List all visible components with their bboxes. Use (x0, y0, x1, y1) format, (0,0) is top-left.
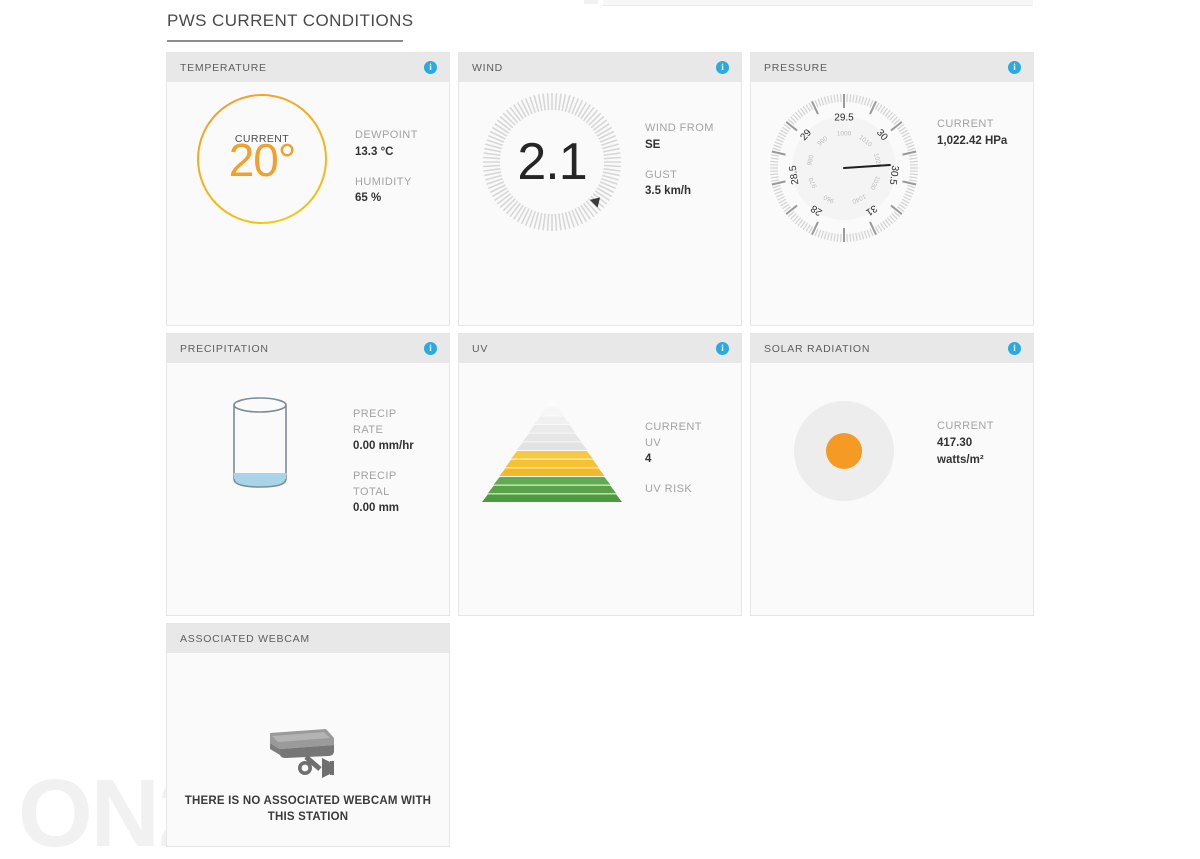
temperature-dial-center: CURRENT 20° (197, 94, 327, 224)
precip-rate-label-2: RATE (353, 423, 384, 436)
pressure-readouts: CURRENT 1,022.42 HPa (937, 92, 1033, 150)
card-header-solar: SOLAR RADIATION i (751, 334, 1033, 363)
uv-risk-label: UV RISK (645, 483, 693, 495)
precip-total-label-1: PRECIP (353, 470, 397, 482)
conditions-grid: TEMPERATURE i CURRENT 20° DEWPOINT 13.3 … (166, 52, 1034, 854)
uv-readouts: CURRENT UV 4 UV RISK (645, 399, 741, 498)
card-wind: WIND i 2.1 WIND FROM SE GUST 3.5 km/h (458, 52, 742, 326)
wind-from-label: WIND FROM (645, 122, 714, 134)
card-title-webcam: ASSOCIATED WEBCAM (180, 632, 310, 645)
temperature-dial: CURRENT 20° (197, 94, 327, 224)
card-title-uv: UV (472, 342, 489, 355)
temperature-current-value: 20° (228, 134, 297, 187)
info-icon[interactable]: i (1008, 342, 1021, 355)
wind-readouts: WIND FROM SE GUST 3.5 km/h (645, 91, 741, 200)
precipitation-gauge-column (167, 395, 353, 491)
humidity-value: 65 % (355, 192, 382, 204)
sun-core (826, 433, 862, 469)
uv-current-label-1: CURRENT (645, 421, 702, 433)
card-body-pressure: 28 28.5 29 29.5 30 30.5 31 960 970 980 990 1000 101… (751, 82, 1033, 325)
security-camera-icon (270, 729, 334, 778)
precipitation-readouts: PRECIP RATE 0.00 mm/hr PRECIP TOTAL 0.00… (353, 395, 449, 517)
info-icon[interactable]: i (1008, 61, 1021, 74)
svg-text:29.5: 29.5 (834, 113, 854, 124)
grid-row-3: ASSOCIATED WEBCAM THERE IS NO ASSOCIATED… (166, 623, 1034, 847)
grid-row-1: TEMPERATURE i CURRENT 20° DEWPOINT 13.3 … (166, 52, 1034, 326)
gust-label: GUST (645, 168, 678, 181)
pws-dashboard: ON24 PWS CURRENT CONDITIONS TEMPERATURE … (0, 0, 1200, 859)
card-uv: UV i CURRENT UV 4 UV RISK (458, 333, 742, 616)
card-header-pressure: PRESSURE i (751, 53, 1033, 82)
top-cutoff-fragment (584, 0, 598, 4)
card-solar-radiation: SOLAR RADIATION i CURRENT 417.30 watts/m… (750, 333, 1034, 616)
dewpoint-value: 13.3 °C (355, 145, 394, 158)
uv-pyramid (482, 399, 622, 503)
card-body-wind: 2.1 WIND FROM SE GUST 3.5 km/h (459, 82, 741, 325)
page-title: PWS CURRENT CONDITIONS (167, 11, 413, 42)
temperature-readouts: DEWPOINT 13.3 °C HUMIDITY 65 % (355, 94, 449, 207)
webcam-empty-message: THERE IS NO ASSOCIATED WEBCAM WITH THIS … (184, 795, 432, 823)
card-precipitation: PRECIPITATION i PRECIP RATE 0.00 mm/hr P… (166, 333, 450, 616)
solar-readouts: CURRENT 417.30 watts/m² (937, 401, 1033, 469)
wind-from-value: SE (645, 138, 661, 151)
card-pressure: PRESSURE i 28 28.5 29 29.5 30 30.5 31 960 970 98… (750, 52, 1034, 326)
info-icon[interactable]: i (716, 342, 729, 355)
card-title-solar: SOLAR RADIATION (764, 342, 871, 355)
pressure-current-label: CURRENT (937, 118, 994, 130)
card-body-solar: CURRENT 417.30 watts/m² (751, 363, 1033, 615)
solar-current-unit: watts/m² (937, 453, 984, 466)
uv-current-label-2: UV (645, 436, 662, 449)
pressure-dial: 28 28.5 29 29.5 30 30.5 31 960 970 980 990 1000 101… (768, 92, 920, 244)
card-body-uv: CURRENT UV 4 UV RISK (459, 363, 741, 615)
info-icon[interactable]: i (716, 61, 729, 74)
gust-value: 3.5 km/h (645, 185, 692, 197)
top-cutoff-strip (603, 0, 1033, 6)
temperature-gauge-column: CURRENT 20° (169, 94, 355, 224)
precip-rate-value: 0.00 mm/hr (353, 440, 414, 452)
humidity-label: HUMIDITY (355, 175, 412, 188)
card-title-wind: WIND (472, 61, 503, 74)
card-header-webcam: ASSOCIATED WEBCAM (167, 624, 449, 653)
card-title-pressure: PRESSURE (764, 61, 828, 74)
card-header-wind: WIND i (459, 53, 741, 82)
card-header-precipitation: PRECIPITATION i (167, 334, 449, 363)
svg-text:1000: 1000 (837, 131, 852, 138)
card-title-precipitation: PRECIPITATION (180, 342, 269, 355)
card-header-uv: UV i (459, 334, 741, 363)
card-body-webcam: THERE IS NO ASSOCIATED WEBCAM WITH THIS … (167, 653, 449, 846)
uv-current-value: 4 (645, 453, 652, 465)
solar-gauge-column (751, 401, 937, 501)
pressure-current-value: 1,022.42 HPa (937, 134, 1008, 147)
rain-cylinder-icon (230, 395, 290, 491)
info-icon[interactable]: i (424, 61, 437, 74)
precip-total-label-2: TOTAL (353, 485, 390, 498)
solar-current-value: 417.30 (937, 436, 973, 449)
uv-gauge-column (459, 399, 645, 503)
card-title-temperature: TEMPERATURE (180, 61, 267, 74)
pressure-barometer: 2828.52929.53030.531 9609709809901000101… (770, 94, 918, 242)
sun-disc-icon (794, 401, 894, 501)
card-associated-webcam: ASSOCIATED WEBCAM THERE IS NO ASSOCIATED… (166, 623, 450, 847)
precip-total-value: 0.00 mm (353, 502, 400, 514)
card-body-precipitation: PRECIP RATE 0.00 mm/hr PRECIP TOTAL 0.00… (167, 363, 449, 615)
wind-speed-value: 2.1 (517, 133, 587, 191)
solar-current-label: CURRENT (937, 420, 994, 432)
card-temperature: TEMPERATURE i CURRENT 20° DEWPOINT 13.3 … (166, 52, 450, 326)
wind-dial: 2.1 (481, 91, 623, 233)
wind-gauge-column: 2.1 (459, 91, 645, 233)
precip-rate-label-1: PRECIP (353, 408, 397, 420)
grid-row-2: PRECIPITATION i PRECIP RATE 0.00 mm/hr P… (166, 333, 1034, 616)
dewpoint-label: DEWPOINT (355, 129, 418, 141)
card-body-temperature: CURRENT 20° DEWPOINT 13.3 °C HUMIDITY 65… (167, 82, 449, 325)
card-header-temperature: TEMPERATURE i (167, 53, 449, 82)
pressure-gauge-column: 28 28.5 29 29.5 30 30.5 31 960 970 980 990 1000 101… (751, 92, 937, 244)
info-icon[interactable]: i (424, 342, 437, 355)
